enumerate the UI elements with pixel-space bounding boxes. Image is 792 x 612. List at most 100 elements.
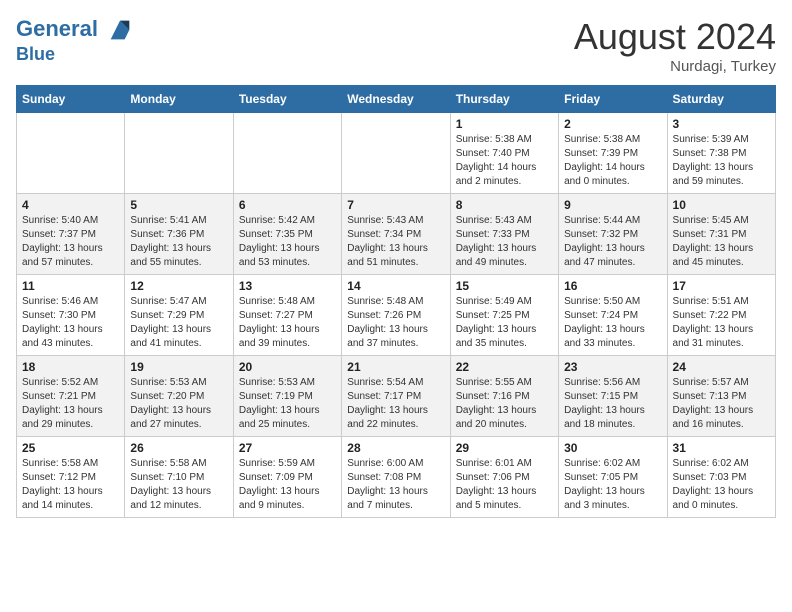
day-header-monday: Monday: [125, 86, 233, 113]
day-info: Sunrise: 5:45 AMSunset: 7:31 PMDaylight:…: [673, 214, 770, 270]
calendar-cell: 25 Sunrise: 5:58 AMSunset: 7:12 PMDayligh…: [17, 437, 125, 518]
day-number: 22: [456, 360, 553, 374]
day-number: 29: [456, 441, 553, 455]
calendar-cell: 1 Sunrise: 5:38 AMSunset: 7:40 PMDaylight…: [450, 113, 558, 194]
day-number: 17: [673, 279, 770, 293]
calendar-week-row: 1 Sunrise: 5:38 AMSunset: 7:40 PMDaylight…: [17, 113, 776, 194]
page-header: General Blue August 2024 Nurdagi, Turkey: [16, 16, 776, 75]
calendar-cell: 6Sunrise: 5:42 AMSunset: 7:35 PMDaylight…: [233, 194, 341, 275]
calendar-cell: 7 Sunrise: 5:43 AMSunset: 7:34 PMDaylight…: [342, 194, 450, 275]
day-info: Sunrise: 5:40 AMSunset: 7:37 PMDaylight:…: [22, 214, 119, 270]
day-info: Sunrise: 5:42 AMSunset: 7:35 PMDaylight:…: [239, 214, 336, 270]
day-info: Sunrise: 5:43 AMSunset: 7:33 PMDaylight:…: [456, 214, 553, 270]
day-number: 26: [130, 441, 227, 455]
day-info: Sunrise: 5:56 AMSunset: 7:15 PMDaylight:…: [564, 376, 661, 432]
logo-text: General: [16, 16, 134, 44]
day-number: 12: [130, 279, 227, 293]
calendar-cell: 19 Sunrise: 5:53 AMSunset: 7:20 PMDayligh…: [125, 356, 233, 437]
day-info: Sunrise: 6:02 AMSunset: 7:03 PMDaylight:…: [673, 457, 770, 513]
calendar-week-row: 4 Sunrise: 5:40 AMSunset: 7:37 PMDaylight…: [17, 194, 776, 275]
day-number: 7: [347, 198, 444, 212]
calendar-cell: [17, 113, 125, 194]
calendar-cell: 8 Sunrise: 5:43 AMSunset: 7:33 PMDaylight…: [450, 194, 558, 275]
day-number: 31: [673, 441, 770, 455]
calendar-week-row: 11 Sunrise: 5:46 AMSunset: 7:30 PMDayligh…: [17, 275, 776, 356]
calendar-week-row: 25 Sunrise: 5:58 AMSunset: 7:12 PMDayligh…: [17, 437, 776, 518]
day-number: 11: [22, 279, 119, 293]
day-number: 23: [564, 360, 661, 374]
day-number: 1: [456, 117, 553, 131]
calendar-cell: 30Sunrise: 6:02 AMSunset: 7:05 PMDayligh…: [559, 437, 667, 518]
day-info: Sunrise: 5:39 AMSunset: 7:38 PMDaylight:…: [673, 133, 770, 189]
day-header-friday: Friday: [559, 86, 667, 113]
calendar-cell: 11 Sunrise: 5:46 AMSunset: 7:30 PMDayligh…: [17, 275, 125, 356]
day-number: 20: [239, 360, 336, 374]
day-number: 28: [347, 441, 444, 455]
day-info: Sunrise: 5:41 AMSunset: 7:36 PMDaylight:…: [130, 214, 227, 270]
day-info: Sunrise: 5:49 AMSunset: 7:25 PMDaylight:…: [456, 295, 553, 351]
day-info: Sunrise: 5:43 AMSunset: 7:34 PMDaylight:…: [347, 214, 444, 270]
day-header-thursday: Thursday: [450, 86, 558, 113]
day-number: 5: [130, 198, 227, 212]
day-info: Sunrise: 6:01 AMSunset: 7:06 PMDaylight:…: [456, 457, 553, 513]
day-number: 18: [22, 360, 119, 374]
logo: General Blue: [16, 16, 134, 65]
calendar-cell: 29 Sunrise: 6:01 AMSunset: 7:06 PMDayligh…: [450, 437, 558, 518]
day-number: 25: [22, 441, 119, 455]
day-number: 14: [347, 279, 444, 293]
calendar-cell: 16Sunrise: 5:50 AMSunset: 7:24 PMDayligh…: [559, 275, 667, 356]
day-header-wednesday: Wednesday: [342, 86, 450, 113]
day-info: Sunrise: 6:00 AMSunset: 7:08 PMDaylight:…: [347, 457, 444, 513]
calendar-cell: 23 Sunrise: 5:56 AMSunset: 7:15 PMDayligh…: [559, 356, 667, 437]
calendar-cell: 24Sunrise: 5:57 AMSunset: 7:13 PMDayligh…: [667, 356, 775, 437]
title-block: August 2024 Nurdagi, Turkey: [574, 16, 776, 75]
day-info: Sunrise: 5:48 AMSunset: 7:26 PMDaylight:…: [347, 295, 444, 351]
calendar-cell: 22 Sunrise: 5:55 AMSunset: 7:16 PMDayligh…: [450, 356, 558, 437]
calendar-cell: 20Sunrise: 5:53 AMSunset: 7:19 PMDayligh…: [233, 356, 341, 437]
day-info: Sunrise: 5:58 AMSunset: 7:10 PMDaylight:…: [130, 457, 227, 513]
day-info: Sunrise: 5:55 AMSunset: 7:16 PMDaylight:…: [456, 376, 553, 432]
calendar-cell: [342, 113, 450, 194]
day-info: Sunrise: 5:52 AMSunset: 7:21 PMDaylight:…: [22, 376, 119, 432]
day-info: Sunrise: 5:46 AMSunset: 7:30 PMDaylight:…: [22, 295, 119, 351]
day-info: Sunrise: 5:58 AMSunset: 7:12 PMDaylight:…: [22, 457, 119, 513]
calendar-cell: 4 Sunrise: 5:40 AMSunset: 7:37 PMDaylight…: [17, 194, 125, 275]
day-number: 27: [239, 441, 336, 455]
calendar-cell: 27Sunrise: 5:59 AMSunset: 7:09 PMDayligh…: [233, 437, 341, 518]
calendar-cell: [233, 113, 341, 194]
calendar-cell: 14 Sunrise: 5:48 AMSunset: 7:26 PMDayligh…: [342, 275, 450, 356]
logo-blue: Blue: [16, 44, 134, 65]
calendar-cell: 31 Sunrise: 6:02 AMSunset: 7:03 PMDayligh…: [667, 437, 775, 518]
calendar-cell: 21Sunrise: 5:54 AMSunset: 7:17 PMDayligh…: [342, 356, 450, 437]
day-info: Sunrise: 5:38 AMSunset: 7:40 PMDaylight:…: [456, 133, 553, 189]
day-number: 9: [564, 198, 661, 212]
day-info: Sunrise: 5:53 AMSunset: 7:20 PMDaylight:…: [130, 376, 227, 432]
calendar-cell: 17Sunrise: 5:51 AMSunset: 7:22 PMDayligh…: [667, 275, 775, 356]
calendar-cell: 13Sunrise: 5:48 AMSunset: 7:27 PMDayligh…: [233, 275, 341, 356]
day-number: 16: [564, 279, 661, 293]
day-info: Sunrise: 5:54 AMSunset: 7:17 PMDaylight:…: [347, 376, 444, 432]
calendar-cell: 28 Sunrise: 6:00 AMSunset: 7:08 PMDayligh…: [342, 437, 450, 518]
day-number: 2: [564, 117, 661, 131]
day-number: 30: [564, 441, 661, 455]
calendar-cell: 18 Sunrise: 5:52 AMSunset: 7:21 PMDayligh…: [17, 356, 125, 437]
calendar-week-row: 18 Sunrise: 5:52 AMSunset: 7:21 PMDayligh…: [17, 356, 776, 437]
calendar-header-row: SundayMondayTuesdayWednesdayThursdayFrid…: [17, 86, 776, 113]
day-header-saturday: Saturday: [667, 86, 775, 113]
calendar-table: SundayMondayTuesdayWednesdayThursdayFrid…: [16, 85, 776, 518]
day-header-tuesday: Tuesday: [233, 86, 341, 113]
calendar-cell: 15 Sunrise: 5:49 AMSunset: 7:25 PMDayligh…: [450, 275, 558, 356]
day-number: 8: [456, 198, 553, 212]
calendar-cell: 3 Sunrise: 5:39 AMSunset: 7:38 PMDaylight…: [667, 113, 775, 194]
day-header-sunday: Sunday: [17, 86, 125, 113]
calendar-cell: 9Sunrise: 5:44 AMSunset: 7:32 PMDaylight…: [559, 194, 667, 275]
day-number: 10: [673, 198, 770, 212]
calendar-cell: [125, 113, 233, 194]
day-number: 15: [456, 279, 553, 293]
day-number: 19: [130, 360, 227, 374]
day-info: Sunrise: 5:47 AMSunset: 7:29 PMDaylight:…: [130, 295, 227, 351]
day-info: Sunrise: 5:48 AMSunset: 7:27 PMDaylight:…: [239, 295, 336, 351]
calendar-cell: 2Sunrise: 5:38 AMSunset: 7:39 PMDaylight…: [559, 113, 667, 194]
day-number: 3: [673, 117, 770, 131]
day-number: 4: [22, 198, 119, 212]
